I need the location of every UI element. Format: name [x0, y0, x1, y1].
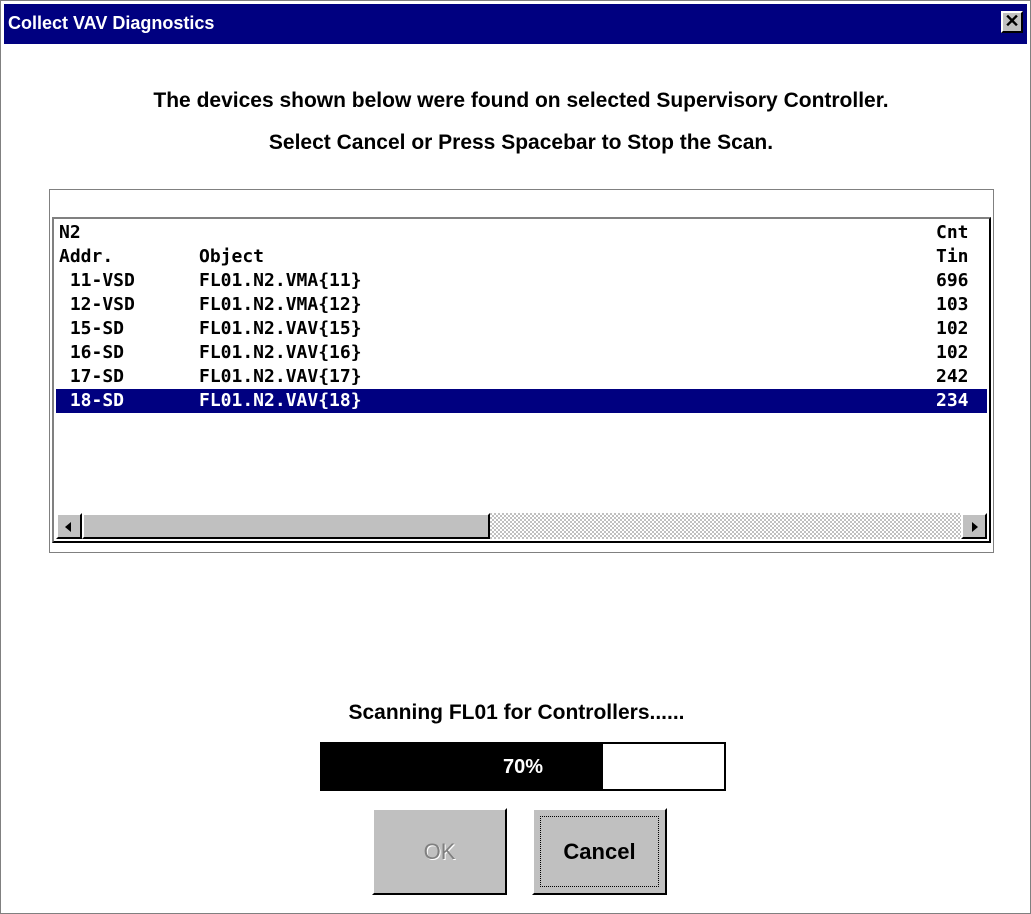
- list-item[interactable]: 15-SD FL01.N2.VAV{15} 102: [56, 317, 987, 341]
- list-header-row-1: N2 Cnt: [56, 221, 987, 245]
- window-title: Collect VAV Diagnostics: [8, 13, 215, 33]
- device-addr: 11-VSD: [59, 270, 135, 291]
- device-cnt: 242: [936, 366, 969, 387]
- device-cnt: 234: [936, 390, 969, 411]
- scroll-right-button[interactable]: [961, 513, 987, 539]
- header-addr-line1: N2: [59, 222, 81, 243]
- header-addr-line2: Addr.: [59, 246, 114, 267]
- device-cnt: 696: [936, 270, 969, 291]
- list-header-row-2: Addr. Object Tin: [56, 245, 987, 269]
- arrow-right-icon: [972, 522, 978, 532]
- ok-button[interactable]: OK: [372, 808, 507, 895]
- header-object-line2: Object: [199, 246, 265, 267]
- device-object: FL01.N2.VMA{12}: [199, 294, 362, 315]
- device-cnt: 102: [936, 342, 969, 363]
- arrow-left-icon: [65, 522, 71, 532]
- device-addr: 12-VSD: [59, 294, 135, 315]
- cancel-button[interactable]: Cancel: [532, 808, 667, 895]
- instruction-line-1: The devices shown below were found on se…: [153, 89, 889, 112]
- scan-progress-bar: 70%: [320, 742, 726, 791]
- title-bar: Collect VAV Diagnostics ✕: [4, 4, 1027, 44]
- device-cnt: 103: [936, 294, 969, 315]
- close-icon: ✕: [1004, 11, 1020, 31]
- device-object: FL01.N2.VAV{17}: [199, 366, 362, 387]
- device-object: FL01.N2.VAV{18}: [199, 390, 362, 411]
- device-addr: 17-SD: [59, 366, 125, 387]
- device-addr: 18-SD: [59, 390, 125, 411]
- device-cnt: 102: [936, 318, 969, 339]
- device-addr: 16-SD: [59, 342, 125, 363]
- list-item[interactable]: 11-VSD FL01.N2.VMA{11} 696: [56, 269, 987, 293]
- instruction-line-2: Select Cancel or Press Spacebar to Stop …: [268, 131, 774, 154]
- device-list-content: N2 Cnt Addr. Object Tin 11-VSD FL01.N2.V…: [56, 221, 987, 513]
- scroll-left-button[interactable]: [56, 513, 82, 539]
- scroll-thumb[interactable]: [82, 513, 490, 539]
- header-cnt-line1: Cnt: [936, 222, 969, 243]
- close-button[interactable]: ✕: [1001, 11, 1023, 33]
- dialog-window: Collect VAV Diagnostics ✕ The devices sh…: [0, 0, 1031, 914]
- progress-label: 70%: [502, 756, 544, 778]
- cancel-button-label: Cancel: [563, 839, 636, 864]
- ok-button-label: OK: [423, 839, 456, 864]
- list-item[interactable]: 16-SD FL01.N2.VAV{16} 102: [56, 341, 987, 365]
- device-list[interactable]: N2 Cnt Addr. Object Tin 11-VSD FL01.N2.V…: [52, 217, 991, 543]
- header-cnt-line2: Tin: [936, 246, 969, 267]
- list-item[interactable]: 12-VSD FL01.N2.VMA{12} 103: [56, 293, 987, 317]
- list-item[interactable]: 17-SD FL01.N2.VAV{17} 242: [56, 365, 987, 389]
- device-object: FL01.N2.VAV{15}: [199, 318, 362, 339]
- device-object: FL01.N2.VMA{11}: [199, 270, 362, 291]
- scan-status-text: Scanning FL01 for Controllers......: [348, 701, 685, 724]
- device-addr: 15-SD: [59, 318, 125, 339]
- horizontal-scrollbar[interactable]: [56, 513, 987, 539]
- device-object: FL01.N2.VAV{16}: [199, 342, 362, 363]
- list-item-selected[interactable]: 18-SD FL01.N2.VAV{18} 234: [56, 389, 987, 413]
